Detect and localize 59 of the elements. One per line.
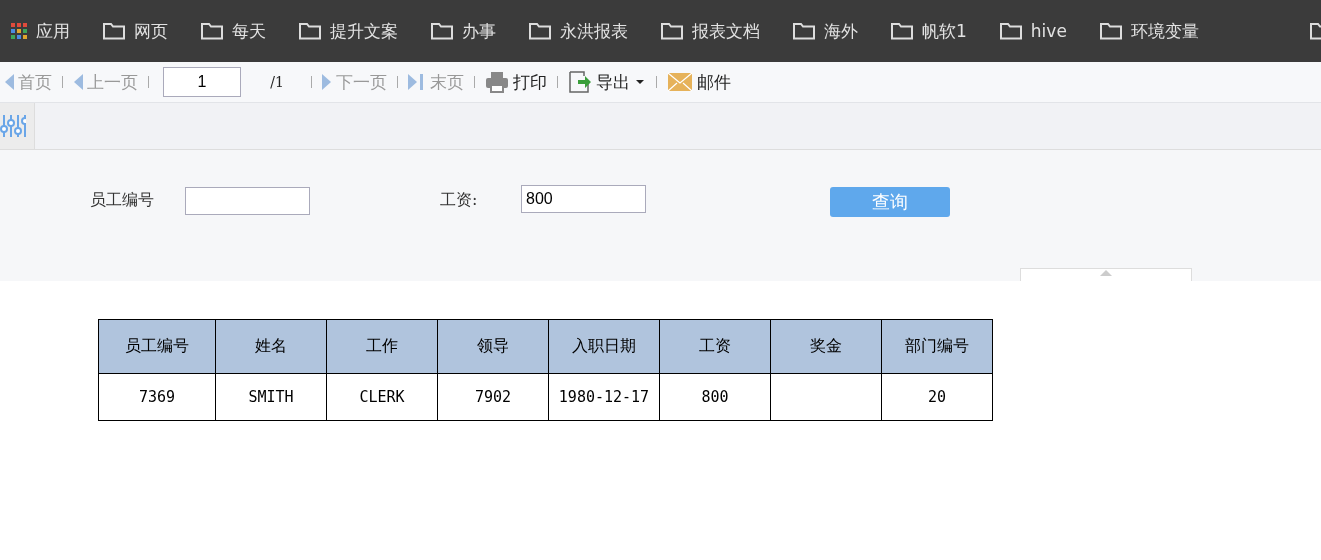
table-cell: 1980-12-17: [548, 373, 660, 421]
printer-icon: [485, 71, 509, 93]
bookmark[interactable]: hive: [998, 21, 1067, 41]
bookmark[interactable]: 永洪报表: [528, 19, 628, 43]
skip-end-icon: [408, 74, 426, 90]
folder-icon: [660, 22, 684, 40]
folder-icon[interactable]: [1309, 22, 1321, 40]
table-cell: CLERK: [326, 373, 438, 421]
left-triangle-icon: [4, 74, 14, 90]
bookmark[interactable]: 网页: [102, 19, 168, 43]
bookmark[interactable]: 海外: [792, 19, 858, 43]
caret-icon: [634, 78, 646, 86]
left-triangle-icon: [73, 74, 83, 90]
export-button[interactable]: 导出: [564, 70, 650, 94]
table-cell: 20: [881, 373, 993, 421]
column-header: 部门编号: [881, 319, 993, 374]
bookmark[interactable]: 提升文案: [298, 19, 398, 43]
folder-icon: [430, 22, 454, 40]
table-cell: 800: [659, 373, 771, 421]
column-header: 姓名: [215, 319, 327, 374]
field-label: 工资:: [440, 190, 478, 211]
table-cell: 7902: [437, 373, 549, 421]
collapse-tab[interactable]: [1020, 268, 1192, 281]
table-cell: SMITH: [215, 373, 327, 421]
bookmark[interactable]: 环境变量: [1098, 19, 1199, 43]
right-triangle-icon: [322, 74, 332, 90]
print-button[interactable]: 打印: [481, 70, 551, 94]
caret-icon: [1099, 269, 1113, 277]
bookmark[interactable]: 每天: [200, 19, 266, 43]
column-header: 工作: [326, 319, 438, 374]
folder-icon: [200, 22, 224, 40]
column-header: 员工编号: [98, 319, 216, 374]
folder-icon: [1098, 22, 1123, 40]
export-icon: [568, 70, 592, 94]
folder-icon: [792, 22, 816, 40]
parameter-panel-button[interactable]: [0, 103, 35, 149]
page-total: /1: [269, 74, 285, 90]
bookmark[interactable]: 应用: [10, 19, 70, 43]
folder-icon: [890, 22, 914, 40]
folder-icon: [298, 22, 322, 40]
apps-grid-icon: [10, 22, 28, 40]
column-header: 奖金: [770, 319, 882, 374]
column-header: 领导: [437, 319, 549, 374]
input-field[interactable]: 800: [521, 185, 646, 213]
folder-icon: [528, 22, 552, 40]
page-number-field[interactable]: 1: [163, 67, 241, 97]
envelope-icon: [667, 72, 693, 92]
bookmark[interactable]: 办事: [430, 19, 496, 43]
table-cell: 7369: [98, 373, 216, 421]
column-header: 工资: [659, 319, 771, 374]
folder-icon: [102, 22, 126, 40]
folder-icon: [998, 22, 1023, 40]
column-header: 入职日期: [548, 319, 660, 374]
input-field[interactable]: [185, 187, 310, 215]
bookmark[interactable]: 报表文档: [660, 19, 760, 43]
bookmark[interactable]: 帆软1: [890, 19, 967, 43]
sliders-icon: [0, 113, 26, 139]
field-label: 员工编号: [90, 190, 154, 211]
mail-button[interactable]: 邮件: [663, 70, 735, 94]
